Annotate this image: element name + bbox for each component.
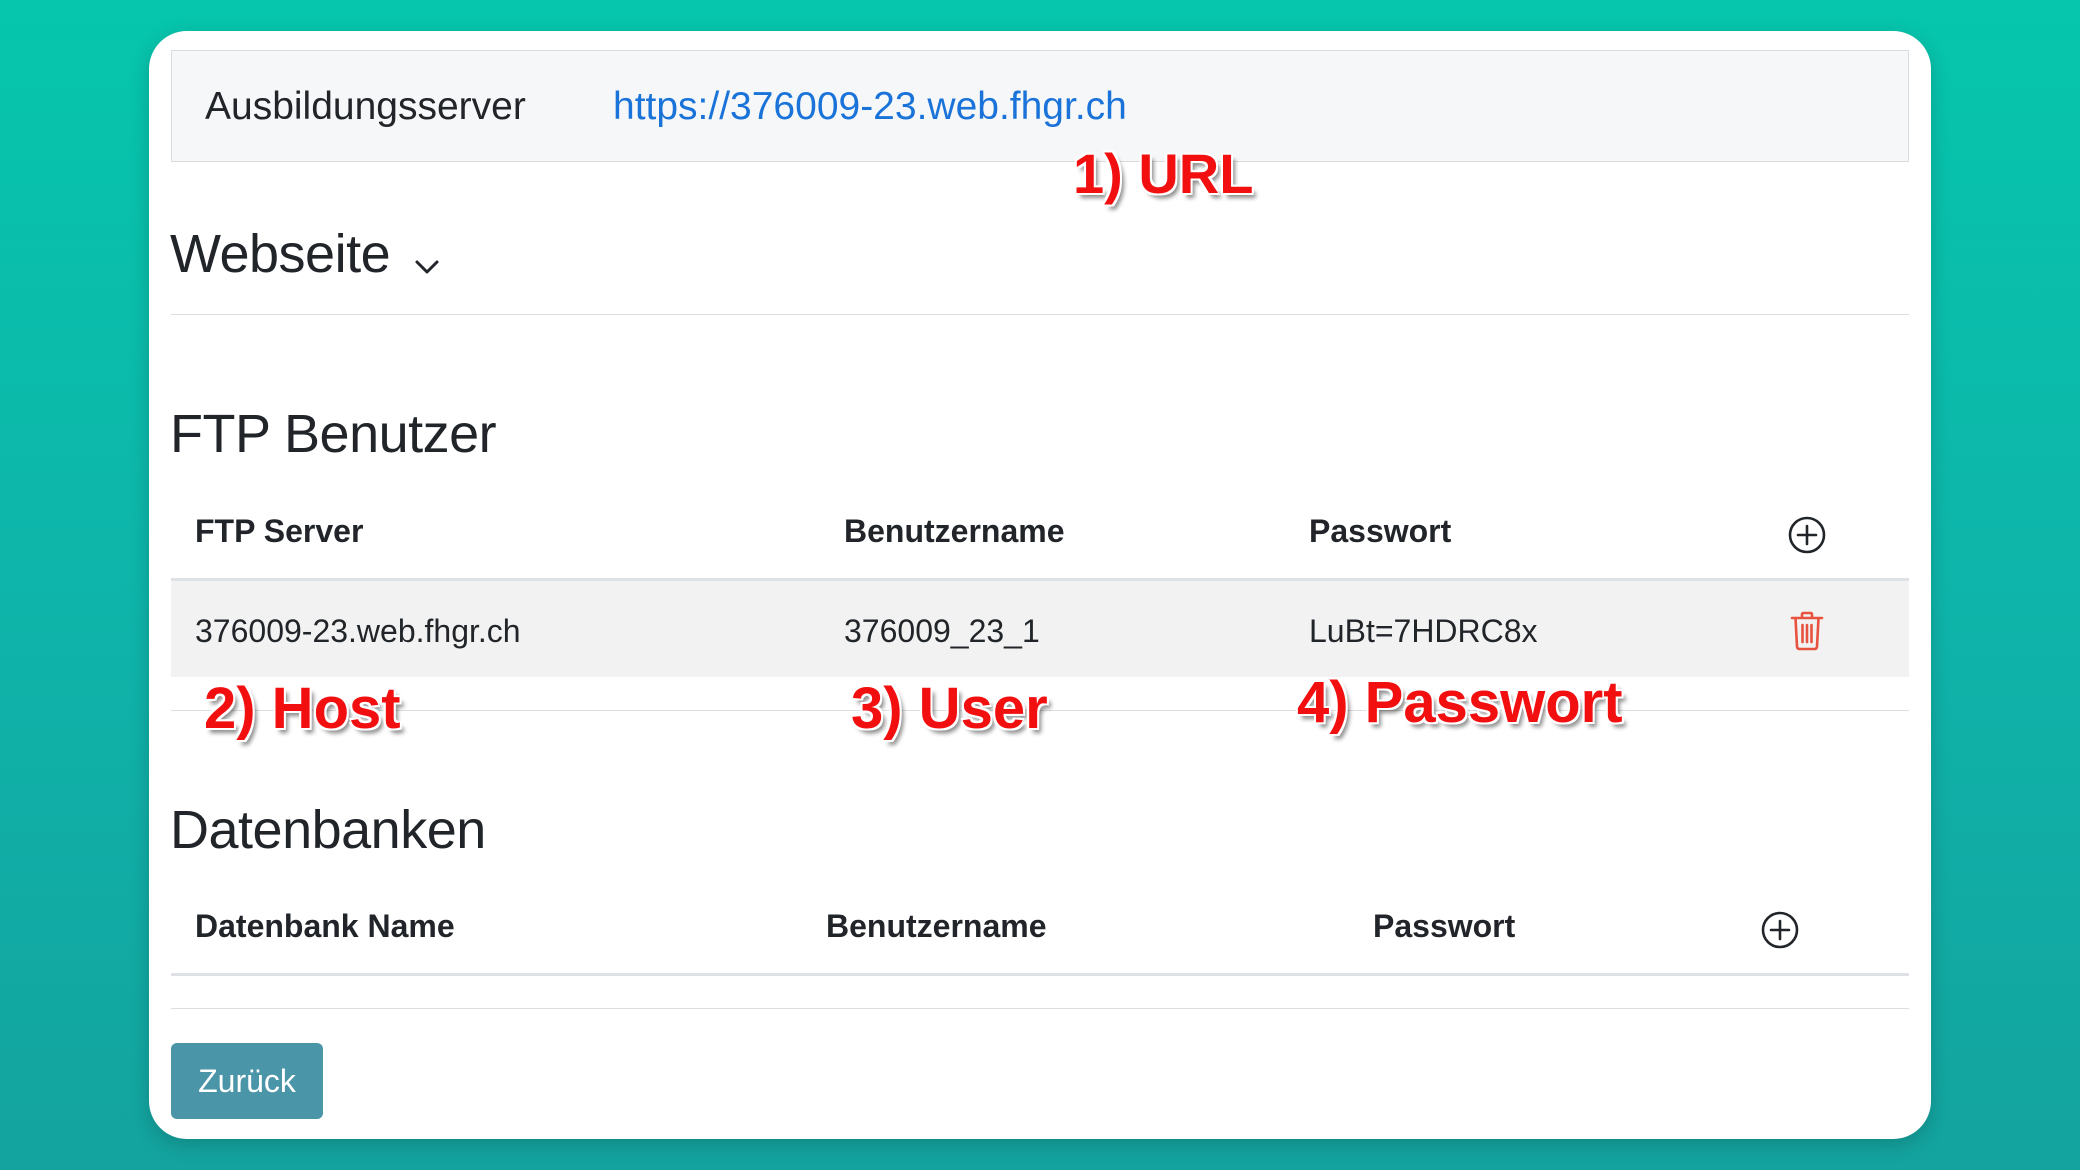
plus-circle-icon (1788, 516, 1826, 554)
db-col-username: Benutzername (826, 908, 1047, 944)
webseite-toggle[interactable]: Webseite (170, 220, 440, 288)
back-button[interactable]: Zurück (171, 1043, 323, 1119)
annotation-url: 1) URL (1073, 142, 1254, 205)
plus-circle-icon (1761, 911, 1799, 949)
annotation-user: 3) User (851, 676, 1048, 741)
ftp-row-username: 376009_23_1 (844, 613, 1040, 649)
server-info-box: Ausbildungsserver https://376009-23.web.… (171, 50, 1909, 162)
ftp-section-title: FTP Benutzer (170, 404, 497, 464)
ftp-col-password: Passwort (1309, 513, 1452, 549)
ftp-col-username: Benutzername (844, 513, 1065, 549)
server-url-link[interactable]: https://376009-23.web.fhgr.ch (613, 85, 1127, 129)
main-card: Ausbildungsserver https://376009-23.web.… (149, 31, 1931, 1139)
annotation-host: 2) Host (204, 676, 401, 741)
trash-icon (1790, 611, 1824, 651)
chevron-down-icon (414, 226, 440, 288)
databases-section-title: Datenbanken (170, 800, 486, 860)
db-add-button[interactable] (1760, 910, 1800, 955)
annotation-password: 4) Passwort (1297, 670, 1623, 735)
divider (171, 314, 1909, 315)
ftp-col-server: FTP Server (195, 513, 364, 549)
db-col-name: Datenbank Name (195, 908, 455, 944)
ftp-delete-button[interactable] (1789, 611, 1825, 656)
ftp-add-button[interactable] (1787, 515, 1827, 560)
ftp-row-server: 376009-23.web.fhgr.ch (195, 613, 521, 649)
db-header-line (171, 973, 1909, 976)
db-col-password: Passwort (1373, 908, 1516, 944)
footer-divider (171, 1008, 1909, 1009)
server-label: Ausbildungsserver (205, 85, 526, 128)
webseite-title: Webseite (170, 224, 391, 284)
ftp-row-password: LuBt=7HDRC8x (1309, 613, 1538, 649)
